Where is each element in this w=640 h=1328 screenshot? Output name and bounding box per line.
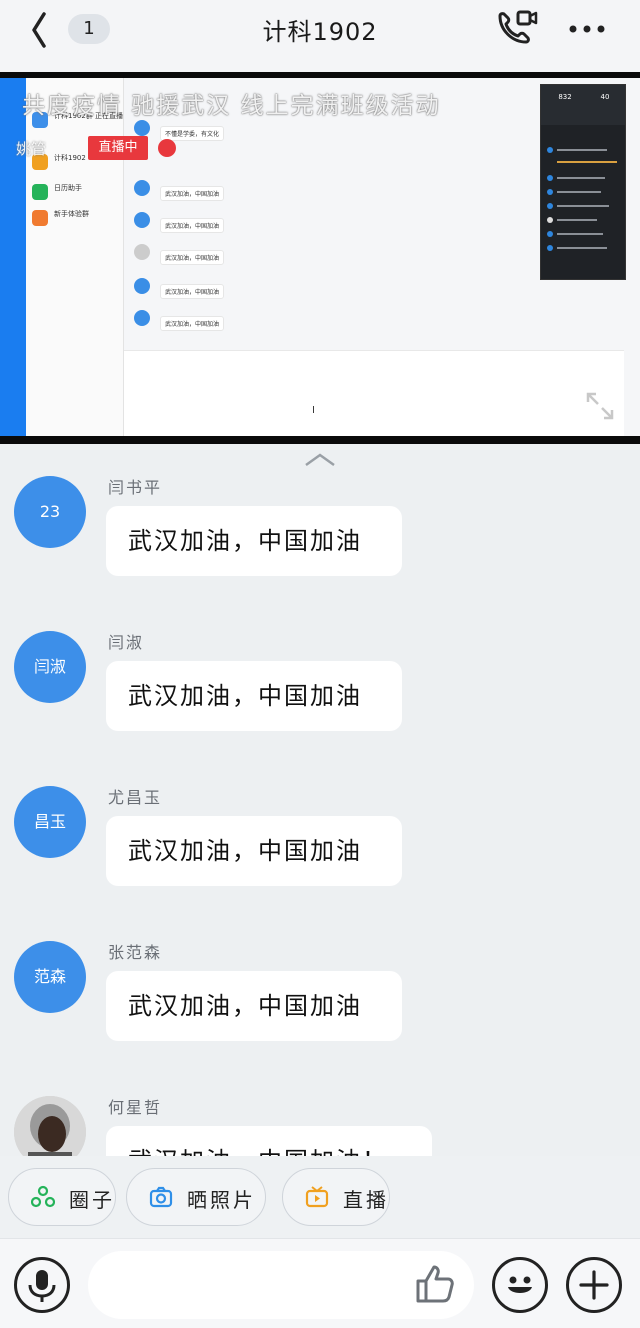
list-item: 日历助手 — [32, 182, 122, 208]
screen-chat-line: 武汉加油，中国加油 — [134, 276, 354, 306]
unread-count-badge[interactable]: 1 — [68, 14, 110, 44]
live-overlay-title: 共度疫情 驰援武汉 线上完满班级活动 — [22, 93, 441, 119]
live-video-player[interactable]: 计科1902群 正在直播 计科1902 日历助手 新手体验群 不懂是学委，有文化… — [0, 72, 640, 444]
live-stats-panel: 832 40 — [540, 84, 626, 280]
sender-name: 闫淑 — [108, 633, 145, 652]
avatar[interactable]: 闫淑 — [14, 631, 86, 703]
message-item: 何星哲 武汉加油，中国加油！ — [0, 1090, 640, 1156]
recording-dot-icon — [158, 139, 176, 157]
text-cursor: I — [312, 405, 315, 416]
thumbs-up-icon[interactable] — [412, 1261, 458, 1307]
message-bubble[interactable]: 武汉加油，中国加油 — [106, 506, 402, 576]
quick-actions-bar: 圈子 晒照片 直播 — [0, 1156, 640, 1238]
screen-input-area: I — [124, 350, 624, 436]
message-bubble[interactable]: 武汉加油，中国加油！ — [106, 1126, 432, 1156]
quick-action-label: 圈子 — [69, 1188, 115, 1212]
message-bubble[interactable]: 武汉加油，中国加油 — [106, 661, 402, 731]
online-count: 40 — [600, 93, 610, 101]
viewer-count: 832 — [558, 93, 572, 101]
sender-name: 张范森 — [108, 943, 163, 962]
avatar[interactable] — [14, 1096, 86, 1156]
screen-chat-line: 武汉加油，中国加油 — [134, 210, 354, 240]
video-call-icon[interactable] — [494, 8, 538, 52]
shared-screen: 计科1902群 正在直播 计科1902 日历助手 新手体验群 不懂是学委，有文化… — [0, 78, 640, 436]
camera-icon — [149, 1185, 173, 1209]
message-bubble[interactable]: 武汉加油，中国加油 — [106, 816, 402, 886]
app-sidebar — [0, 78, 26, 436]
screen-chat-line: 武汉加油，中国加油 — [134, 178, 354, 208]
sender-name: 尤昌玉 — [108, 788, 163, 807]
top-bar: 1 计科1902 — [0, 0, 640, 72]
more-dots-icon[interactable] — [564, 14, 614, 44]
share-photo-button[interactable]: 晒照片 — [126, 1168, 266, 1226]
collapse-video-icon[interactable] — [300, 450, 340, 470]
message-item: 23 闫书平 武汉加油，中国加油 — [0, 470, 640, 600]
message-item: 昌玉 尤昌玉 武汉加油，中国加油 — [0, 780, 640, 910]
go-live-button[interactable]: 直播 — [282, 1168, 390, 1226]
input-bar — [0, 1238, 640, 1328]
avatar[interactable]: 范森 — [14, 941, 86, 1013]
avatar[interactable]: 昌玉 — [14, 786, 86, 858]
live-overlay-subtitle: 姚管 — [16, 140, 47, 158]
live-status-badge: 直播中 — [88, 136, 148, 160]
emoji-icon[interactable] — [492, 1257, 548, 1313]
chat-title-area[interactable]: 计科1902 — [220, 0, 420, 72]
plus-icon[interactable] — [566, 1257, 622, 1313]
message-bubble[interactable]: 武汉加油，中国加油 — [106, 971, 402, 1041]
message-feed[interactable]: 23 闫书平 武汉加油，中国加油 闫淑 闫淑 武汉加油，中国加油 昌玉 尤昌玉 … — [0, 470, 640, 1156]
message-item: 范森 张范森 武汉加油，中国加油 — [0, 935, 640, 1065]
microphone-icon[interactable] — [14, 1257, 70, 1313]
message-input[interactable] — [88, 1251, 474, 1319]
conversation-list: 计科1902群 正在直播 计科1902 日历助手 新手体验群 — [26, 78, 124, 436]
circle-button[interactable]: 圈子 — [8, 1168, 116, 1226]
chevron-left-icon[interactable] — [28, 12, 68, 48]
circle-friends-icon — [30, 1185, 56, 1209]
avatar[interactable]: 23 — [14, 476, 86, 548]
screen-chat-line: 武汉加油，中国加油 — [134, 308, 354, 338]
fullscreen-icon[interactable] — [582, 388, 618, 424]
quick-action-label: 直播 — [343, 1188, 389, 1212]
live-tv-icon — [305, 1185, 329, 1209]
sender-name: 闫书平 — [108, 478, 163, 497]
screen-chat-line: 武汉加油，中国加油 — [134, 242, 354, 272]
message-item: 闫淑 闫淑 武汉加油，中国加油 — [0, 625, 640, 755]
sender-name: 何星哲 — [108, 1098, 163, 1117]
quick-action-label: 晒照片 — [187, 1188, 256, 1212]
list-item: 新手体验群 — [32, 208, 122, 234]
